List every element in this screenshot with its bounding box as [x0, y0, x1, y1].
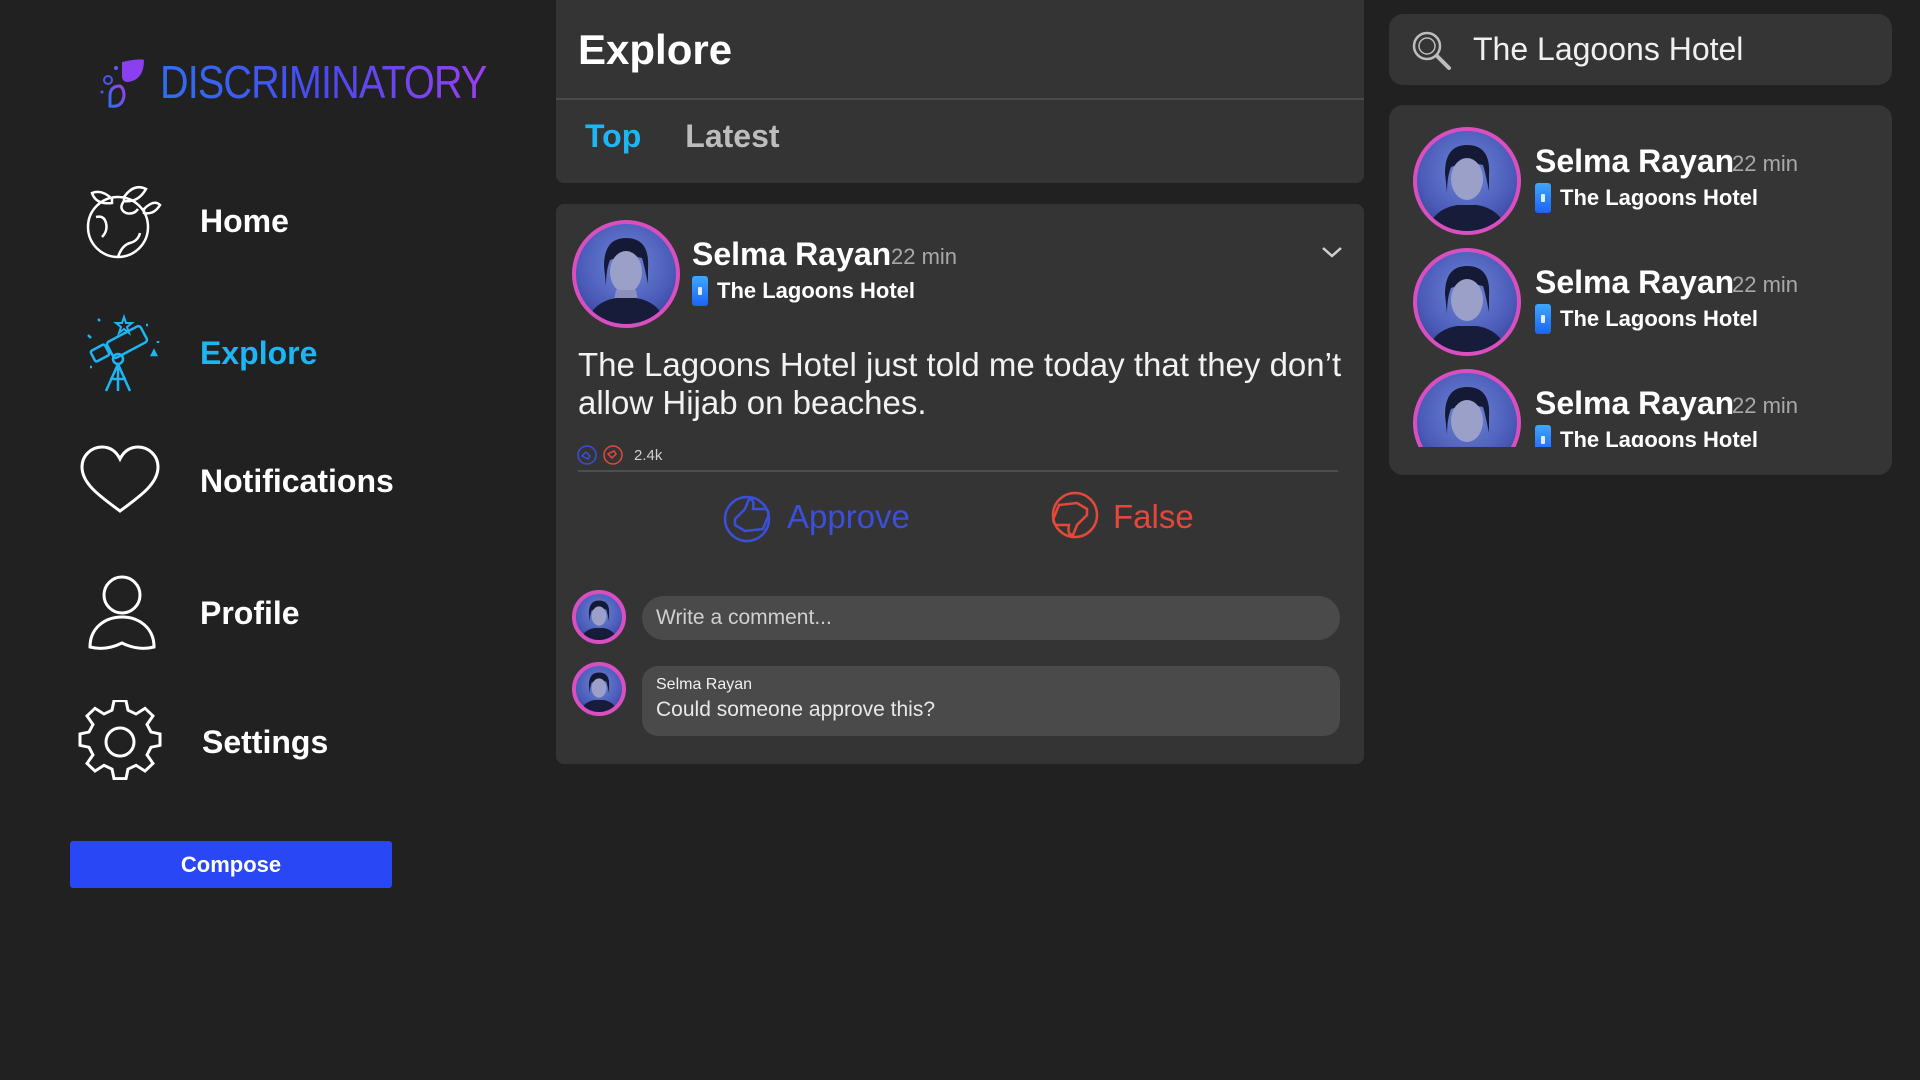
result-item[interactable]: Selma Rayan 22 min The Lagoons Hotel: [1413, 226, 1883, 356]
avatar-portrait: [1427, 145, 1507, 231]
result-item[interactable]: Selma Rayan 22 min The Lagoons Hotel: [1413, 105, 1883, 235]
comment-avatar[interactable]: [572, 662, 626, 716]
chevron-down-icon[interactable]: [1320, 240, 1344, 264]
tab-top[interactable]: Top: [585, 118, 641, 155]
sidebar-item-label: Explore: [200, 334, 318, 371]
telescope-icon: [78, 311, 162, 395]
result-time: 22 min: [1732, 272, 1799, 297]
user-icon: [78, 571, 162, 655]
app-root: DISCRIMINATORY Home Explore Notification…: [0, 0, 1920, 1080]
sidebar-item-label: Notifications: [200, 462, 394, 499]
logo-icon: [100, 59, 144, 108]
comment-bubble: Selma Rayan Could someone approve this?: [642, 666, 1340, 736]
tab-latest[interactable]: Latest: [685, 118, 779, 155]
thumbs-down-icon: [1051, 491, 1099, 539]
reactions[interactable]: 2.4k: [576, 444, 662, 466]
post-author[interactable]: Selma Rayan: [692, 236, 891, 273]
search-bar: [1389, 14, 1892, 85]
search-results: Selma Rayan 22 min The Lagoons Hotel Sel…: [1389, 105, 1892, 475]
search-icon[interactable]: [1409, 28, 1453, 72]
comment-text: Could someone approve this?: [656, 698, 936, 721]
avatar-portrait: [1427, 266, 1507, 352]
post-location-text: The Lagoons Hotel: [717, 278, 915, 303]
search-input[interactable]: [1473, 31, 1873, 68]
approve-button[interactable]: Approve: [721, 487, 910, 547]
sidebar-item-profile[interactable]: Profile: [78, 568, 498, 658]
sidebar-item-settings[interactable]: Settings: [78, 697, 498, 787]
explore-header: Explore Top Latest: [556, 0, 1364, 183]
sidebar-item-label: Profile: [200, 594, 300, 631]
avatar: [1413, 127, 1521, 235]
location-tag-icon: [692, 276, 708, 306]
approve-reaction-icon: [577, 445, 597, 465]
reaction-count: 2.4k: [634, 446, 663, 464]
comment-author[interactable]: Selma Rayan: [656, 676, 1326, 694]
post-location[interactable]: The Lagoons Hotel: [692, 276, 915, 306]
sidebar-item-label: Settings: [202, 723, 329, 760]
sidebar: DISCRIMINATORY Home Explore Notification…: [0, 0, 540, 1080]
thumbs-up-icon: [723, 495, 771, 543]
result-name: Selma Rayan: [1535, 385, 1735, 421]
sidebar-item-home[interactable]: Home: [78, 176, 498, 266]
result-location-text: The Lagoons Hotel: [1560, 427, 1758, 447]
result-location: The Lagoons Hotel: [1535, 425, 1758, 447]
gear-icon: [78, 700, 162, 784]
logo-text: DISCRIMINATORY: [160, 56, 487, 108]
post-card: Selma Rayan 22 min The Lagoons Hotel The…: [556, 204, 1364, 764]
avatar-portrait: [1445, 387, 1490, 442]
false-reaction-icon: [603, 445, 623, 465]
header-divider: [556, 98, 1364, 100]
false-button[interactable]: False: [1047, 487, 1194, 547]
heart-icon: [78, 439, 162, 523]
location-tag-icon: [1535, 425, 1551, 447]
results-list: Selma Rayan 22 min The Lagoons Hotel Sel…: [1389, 105, 1892, 447]
location-tag-icon: [1535, 183, 1551, 213]
comment-input[interactable]: [642, 596, 1340, 640]
sidebar-item-label: Home: [200, 202, 289, 239]
result-location: The Lagoons Hotel: [1535, 183, 1758, 213]
compose-button[interactable]: Compose: [70, 841, 392, 888]
avatar: [1413, 369, 1521, 447]
result-time: 22 min: [1732, 151, 1799, 176]
result-name: Selma Rayan: [1535, 264, 1735, 300]
logo[interactable]: DISCRIMINATORY: [92, 52, 540, 112]
post-time: 22 min: [891, 244, 958, 269]
result-location-text: The Lagoons Hotel: [1560, 185, 1758, 210]
result-location: The Lagoons Hotel: [1535, 304, 1758, 334]
post-divider: [578, 470, 1338, 472]
page-title: Explore: [578, 26, 733, 73]
avatar[interactable]: [572, 220, 680, 328]
comment-avatar[interactable]: [572, 590, 626, 644]
result-name: Selma Rayan: [1535, 143, 1735, 179]
avatar-portrait: [586, 238, 666, 324]
avatar: [1413, 248, 1521, 356]
result-location-text: The Lagoons Hotel: [1560, 306, 1758, 331]
sidebar-item-notifications[interactable]: Notifications: [78, 436, 498, 526]
false-label: False: [1113, 498, 1194, 535]
globe-leaf-icon: [78, 179, 162, 263]
result-item[interactable]: Selma Rayan 22 min The Lagoons Hotel: [1413, 347, 1883, 447]
approve-label: Approve: [787, 498, 910, 535]
result-time: 22 min: [1732, 393, 1799, 418]
location-tag-icon: [1535, 304, 1551, 334]
avatar-portrait: [580, 672, 618, 712]
avatar-portrait: [580, 600, 618, 640]
post-text: The Lagoons Hotel just told me today tha…: [578, 346, 1342, 421]
sidebar-item-explore[interactable]: Explore: [78, 308, 498, 398]
tabs: Top Latest: [585, 118, 780, 155]
